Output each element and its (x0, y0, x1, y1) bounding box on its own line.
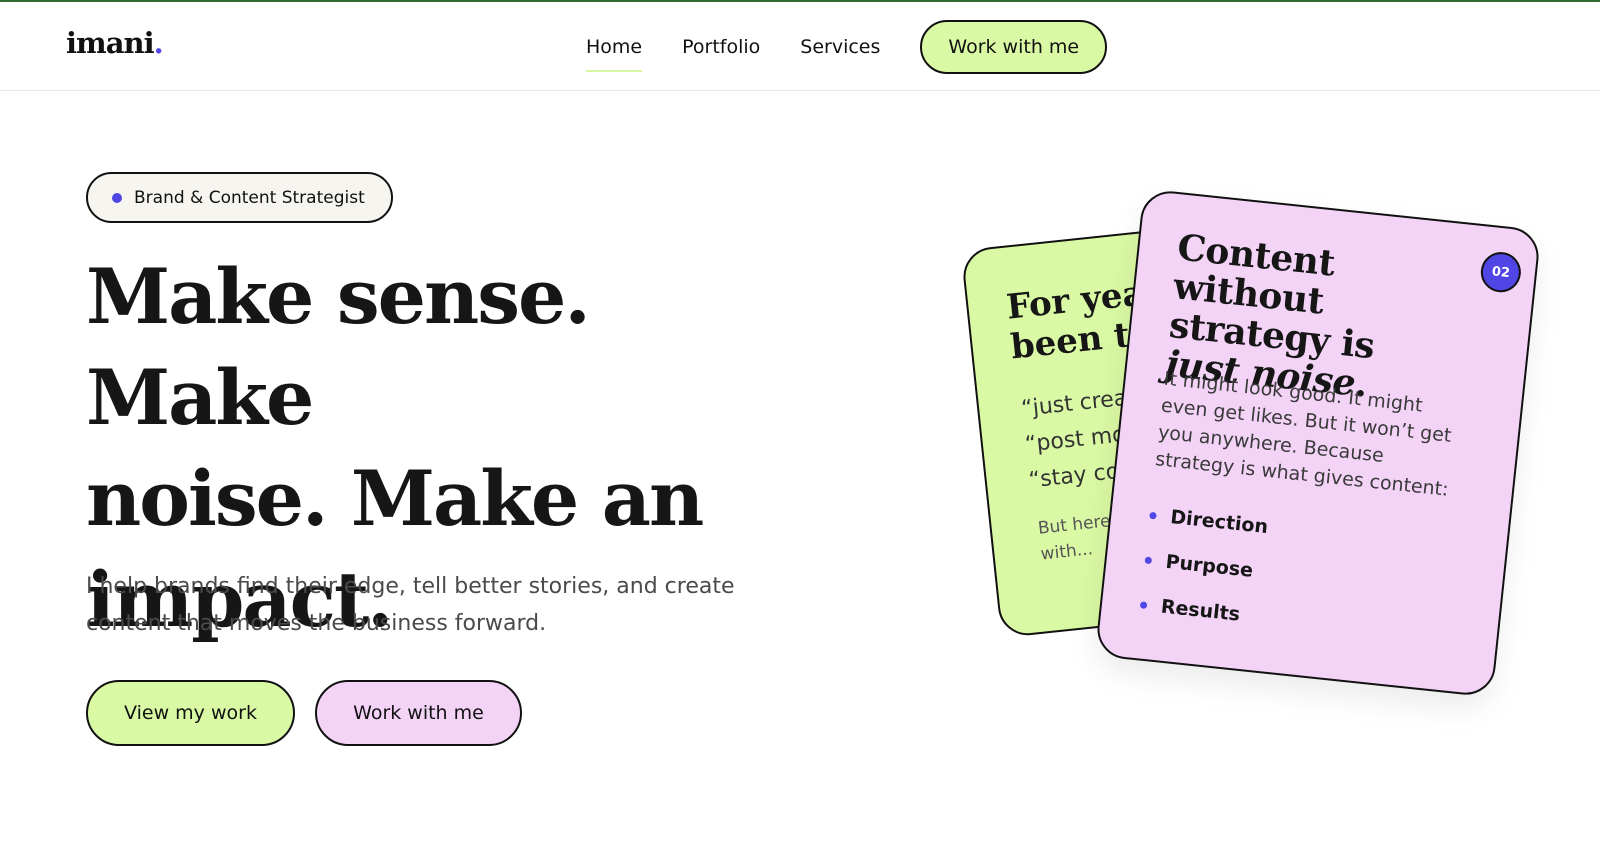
nav-home[interactable]: Home (586, 20, 643, 74)
work-with-me-button[interactable]: Work with me (315, 680, 522, 746)
nav-portfolio[interactable]: Portfolio (682, 20, 760, 74)
bullet-icon (1144, 556, 1153, 564)
nav-work-with-me-button[interactable]: Work with me (920, 20, 1108, 74)
badge-bullet-icon (112, 192, 122, 203)
hero-subtext: I help brands find their edge, tell bett… (86, 574, 735, 636)
headline-line-1: Make sense. Make (86, 252, 591, 442)
list-item: Direction (1148, 501, 1269, 541)
headline-line-2: noise. Make an (86, 454, 704, 543)
list-item: Purpose (1143, 546, 1264, 586)
card-number-badge: 02 (1478, 250, 1523, 295)
bullet-icon (1149, 511, 1157, 520)
main-nav: Home Portfolio Services Work with me (586, 20, 1108, 74)
logo-text: imani (66, 26, 155, 60)
list-item-label: Results (1159, 595, 1242, 626)
badge-label: Brand & Content Strategist (134, 187, 365, 208)
list-item: Results (1139, 590, 1260, 630)
list-item-label: Purpose (1164, 550, 1255, 582)
card-pink: 02 Content without strategy is just nois… (1094, 188, 1542, 698)
list-item-label: Direction (1169, 506, 1270, 539)
logo[interactable]: imani. (66, 26, 164, 60)
role-badge: Brand & Content Strategist (86, 172, 393, 223)
logo-dot: . (153, 26, 164, 60)
bullet-icon (1139, 600, 1148, 609)
nav-services[interactable]: Services (800, 20, 880, 74)
site-header: imani. Home Portfolio Services Work with… (0, 2, 1600, 91)
view-my-work-button[interactable]: View my work (86, 680, 295, 746)
pink-card-list: Direction Purpose Results (1137, 501, 1269, 648)
